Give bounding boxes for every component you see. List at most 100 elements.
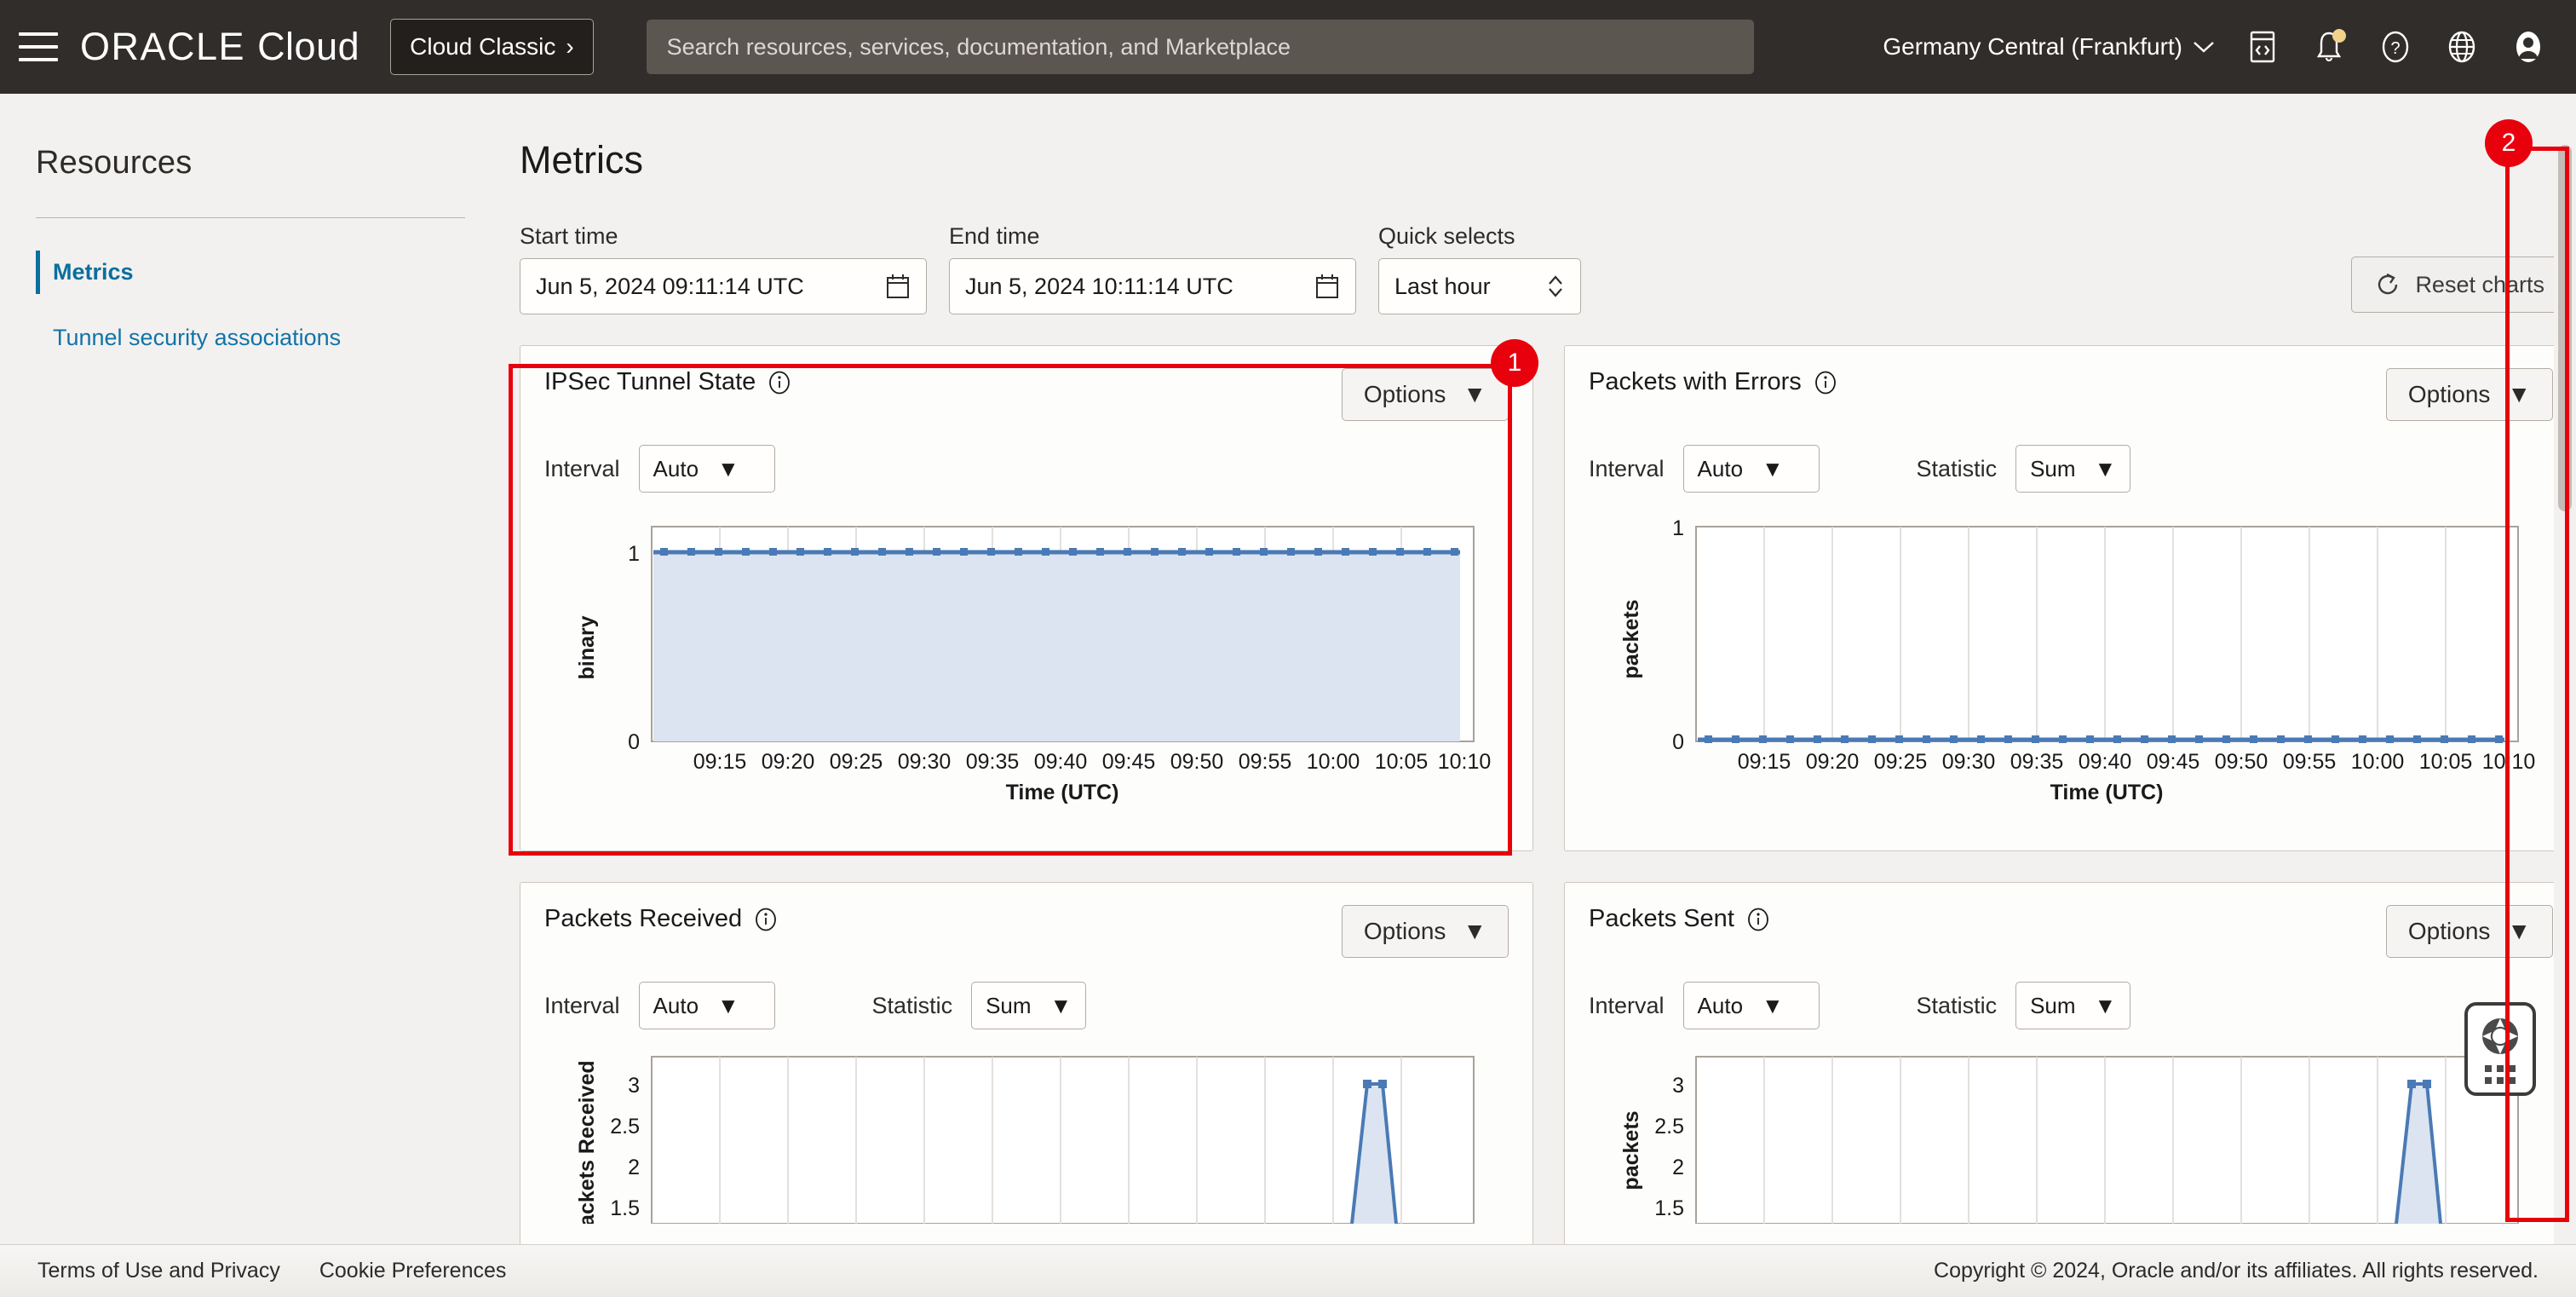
svg-text:10:10: 10:10 — [2482, 750, 2536, 774]
statistic-value: Sum — [2030, 456, 2075, 482]
sidebar-title: Resources — [36, 145, 465, 182]
interval-label: Interval — [1589, 456, 1665, 482]
svg-text:1.5: 1.5 — [610, 1196, 640, 1220]
card-controls: Interval Auto ▼ Statistic Sum ▼ — [1589, 982, 2553, 1029]
interval-select[interactable]: Auto ▼ — [639, 982, 775, 1029]
chart-plot-area: 32.521.5 packets — [1619, 1057, 2518, 1224]
quick-selects-select[interactable]: Last hour — [1378, 258, 1581, 314]
svg-text:09:15: 09:15 — [693, 750, 747, 774]
svg-text:10:05: 10:05 — [1375, 750, 1429, 774]
statistic-select[interactable]: Sum ▼ — [971, 982, 1086, 1029]
card-title: Packets with Errors — [1589, 368, 1837, 396]
sidebar-divider — [36, 217, 465, 218]
svg-text:09:55: 09:55 — [2283, 750, 2337, 774]
oracle-wordmark: ORACLE — [80, 25, 245, 69]
svg-text:09:45: 09:45 — [2147, 750, 2200, 774]
statistic-select[interactable]: Sum ▼ — [2015, 982, 2130, 1029]
search-placeholder: Search resources, services, documentatio… — [667, 34, 1291, 61]
start-time-input[interactable]: Jun 5, 2024 09:11:14 UTC — [520, 258, 927, 314]
chart-plot-area: 1 0 packets 09:1509:2009:25 09:3009:3509… — [1619, 516, 2535, 804]
main-content: Metrics Start time Jun 5, 2024 09:11:14 … — [503, 94, 2576, 1271]
region-selector[interactable]: Germany Central (Frankfurt) — [1883, 33, 2215, 61]
user-avatar-icon[interactable] — [2510, 28, 2547, 66]
terms-of-use-link[interactable]: Terms of Use and Privacy — [37, 1259, 280, 1283]
svg-text:09:25: 09:25 — [1874, 750, 1928, 774]
refresh-icon — [2374, 271, 2401, 298]
end-time-label: End time — [949, 223, 1356, 250]
y-axis-title: packets — [1619, 599, 1643, 678]
card-title: IPSec Tunnel State — [544, 368, 791, 396]
interval-label: Interval — [544, 456, 620, 482]
options-button[interactable]: Options ▼ — [1342, 368, 1509, 421]
chart-packets-sent[interactable]: 32.521.5 packets — [1589, 1048, 2553, 1224]
global-search-input[interactable]: Search resources, services, documentatio… — [647, 20, 1754, 74]
options-label: Options — [1364, 918, 1446, 945]
code-editor-icon[interactable] — [2244, 28, 2281, 66]
svg-text:10:05: 10:05 — [2419, 750, 2473, 774]
info-icon — [1746, 908, 1770, 931]
options-button[interactable]: Options ▼ — [2386, 905, 2553, 958]
svg-text:10:00: 10:00 — [1307, 750, 1360, 774]
interval-select[interactable]: Auto ▼ — [1683, 982, 1820, 1029]
area-fill — [653, 552, 1460, 741]
options-button[interactable]: Options ▼ — [1342, 905, 1509, 958]
card-title-label: Packets Sent — [1589, 905, 1734, 933]
interval-select[interactable]: Auto ▼ — [1683, 445, 1820, 493]
card-title-label: IPSec Tunnel State — [544, 368, 756, 396]
metric-card-ipsec-tunnel-state: IPSec Tunnel State Options ▼ Interval Au… — [520, 345, 1533, 851]
y-tick-label: 1 — [1672, 516, 1684, 540]
help-question-icon[interactable]: ? — [2377, 28, 2414, 66]
chart-packets-received[interactable]: 32.521.5 Packets Received — [544, 1048, 1509, 1224]
y-tick-label: 1 — [628, 542, 640, 566]
svg-text:2.5: 2.5 — [1654, 1115, 1684, 1138]
quick-selects-label: Quick selects — [1378, 223, 1581, 250]
svg-text:?: ? — [2390, 39, 2400, 58]
caret-down-icon: ▼ — [2095, 993, 2117, 1019]
end-time-input[interactable]: Jun 5, 2024 10:11:14 UTC — [949, 258, 1356, 314]
options-label: Options — [1364, 381, 1446, 408]
svg-text:09:35: 09:35 — [966, 750, 1020, 774]
calendar-icon — [1314, 273, 1340, 300]
notifications-bell-icon[interactable] — [2310, 28, 2348, 66]
statistic-label: Statistic — [1917, 993, 1998, 1019]
sidebar-item-tunnel-security-associations[interactable]: Tunnel security associations — [36, 314, 465, 361]
interval-label: Interval — [544, 993, 620, 1019]
interval-value: Auto — [1698, 993, 1744, 1019]
cookie-preferences-link[interactable]: Cookie Preferences — [319, 1259, 507, 1283]
interval-value: Auto — [653, 993, 699, 1019]
card-title-label: Packets Received — [544, 905, 742, 933]
calendar-icon — [885, 273, 911, 300]
drag-handle-dots[interactable] — [2485, 1065, 2516, 1084]
start-time-value: Jun 5, 2024 09:11:14 UTC — [536, 274, 804, 300]
end-time-value: Jun 5, 2024 10:11:14 UTC — [965, 274, 1233, 300]
svg-text:09:50: 09:50 — [2215, 750, 2268, 774]
cloud-classic-button[interactable]: Cloud Classic › — [390, 19, 594, 75]
page-scrollbar-thumb[interactable] — [2558, 145, 2572, 511]
chart-plot-area: 1 0 binary 09:1509:2009:25 09:3009:3509:… — [575, 527, 1491, 804]
x-axis-title: Time (UTC) — [2050, 781, 2164, 804]
caret-down-icon: ▼ — [1762, 456, 1784, 482]
options-button[interactable]: Options ▼ — [2386, 368, 2553, 421]
x-axis-title: Time (UTC) — [1006, 781, 1119, 804]
info-icon — [1814, 371, 1837, 395]
statistic-select[interactable]: Sum ▼ — [2015, 445, 2130, 493]
chart-ipsec-tunnel-state[interactable]: 1 0 binary 09:1509:2009:25 09:3009:3509:… — [544, 511, 1509, 818]
sidebar-item-metrics[interactable]: Metrics — [36, 249, 465, 296]
oracle-cloud-logo[interactable]: ORACLE Cloud — [80, 25, 359, 69]
chart-packets-with-errors[interactable]: 1 0 packets 09:1509:2009:25 09:3009:3509… — [1589, 511, 2553, 818]
svg-text:2.5: 2.5 — [610, 1115, 640, 1138]
language-globe-icon[interactable] — [2443, 28, 2481, 66]
metric-card-packets-sent: Packets Sent Options ▼ Interval Auto ▼ — [1564, 882, 2576, 1297]
interval-select[interactable]: Auto ▼ — [639, 445, 775, 493]
info-icon — [754, 908, 778, 931]
y-axis-title: Packets Received — [575, 1060, 599, 1224]
statistic-value: Sum — [2030, 993, 2075, 1019]
svg-text:09:40: 09:40 — [1034, 750, 1088, 774]
svg-text:1.5: 1.5 — [1654, 1196, 1684, 1220]
card-header: IPSec Tunnel State Options ▼ — [544, 368, 1509, 421]
card-title-label: Packets with Errors — [1589, 368, 1802, 396]
hamburger-menu-icon[interactable] — [19, 32, 58, 61]
reset-charts-button[interactable]: Reset charts — [2351, 257, 2567, 313]
support-help-widget[interactable] — [2464, 1002, 2536, 1096]
statistic-group: Statistic Sum ▼ — [872, 982, 1087, 1029]
